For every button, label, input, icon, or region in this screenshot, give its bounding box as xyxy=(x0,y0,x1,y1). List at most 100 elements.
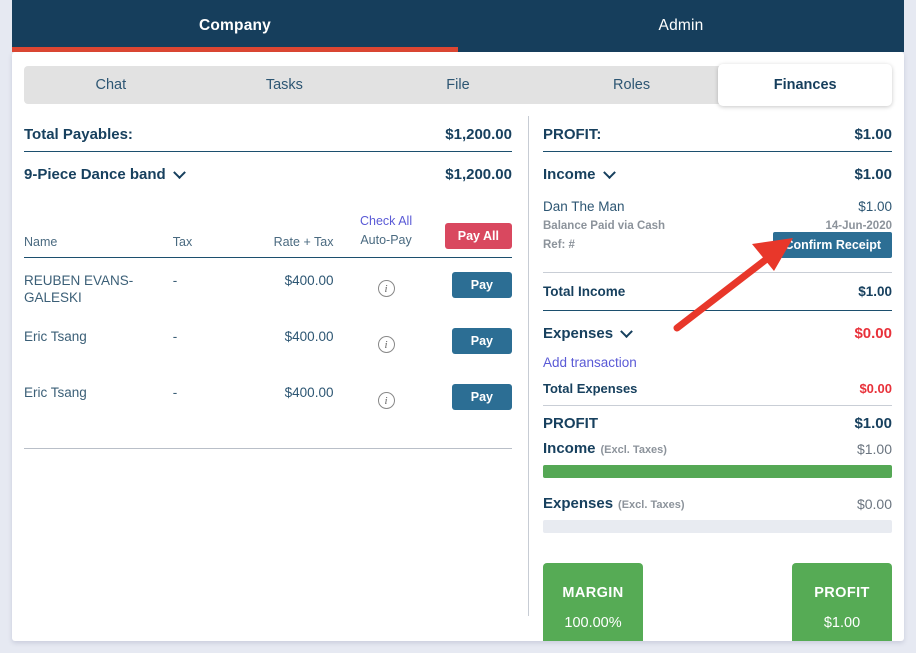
profit-header-amount: $1.00 xyxy=(854,126,892,143)
section-tabs: Chat Tasks File Roles Finances xyxy=(24,64,892,106)
row-pay-cell: Pay xyxy=(439,328,512,354)
row-rate-tax: $400.00 xyxy=(284,273,334,288)
profit-header-row: PROFIT: $1.00 xyxy=(543,116,892,143)
profit-card[interactable]: PROFIT $1.00 xyxy=(792,563,892,641)
total-expenses-label: Total Expenses xyxy=(543,381,638,396)
payables-table: Name Tax Rate + Tax Check All Auto-Pay P… xyxy=(24,207,512,449)
transaction-name-row: Dan The Man $1.00 xyxy=(543,199,892,214)
row-tax: - xyxy=(172,273,178,288)
tab-finances[interactable]: Finances xyxy=(718,64,892,106)
chevron-down-icon[interactable] xyxy=(172,165,186,179)
profit-summary-amount: $1.00 xyxy=(854,415,892,432)
add-transaction-link[interactable]: Add transaction xyxy=(543,342,892,370)
profit-card-value: $1.00 xyxy=(823,615,861,631)
transaction-ref-row: Ref: # Confirm Receipt xyxy=(543,232,892,258)
check-all-link[interactable]: Check All xyxy=(333,214,438,228)
transaction-method: Balance Paid via Cash xyxy=(543,220,666,232)
payables-table-header: Name Tax Rate + Tax Check All Auto-Pay P… xyxy=(24,207,512,249)
expenses-excl-group: Expenses (Excl. Taxes) xyxy=(543,495,685,513)
row-tax: - xyxy=(172,385,178,400)
expenses-excl-label: Expenses xyxy=(543,495,614,512)
pay-all-button[interactable]: Pay All xyxy=(444,223,512,249)
expenses-group: Expenses xyxy=(543,324,633,342)
income-amount: $1.00 xyxy=(854,166,892,183)
column-header-auto-pay: Auto-Pay xyxy=(360,233,412,247)
tab-tasks[interactable]: Tasks xyxy=(198,66,372,104)
confirm-receipt-button[interactable]: Confirm Receipt xyxy=(773,232,892,258)
table-row: REUBEN EVANS-GALESKI - $400.00 i Pay xyxy=(24,258,512,314)
transaction-amount: $1.00 xyxy=(858,199,892,214)
row-pay-cell: Pay xyxy=(439,384,512,410)
content-card: Chat Tasks File Roles Finances Total Pay… xyxy=(12,52,904,641)
income-excl-row: Income (Excl. Taxes) $1.00 xyxy=(543,432,892,458)
column-header-auto-pay-group: Check All Auto-Pay xyxy=(333,214,438,249)
expenses-excl-amount: $0.00 xyxy=(856,496,892,512)
row-rate-tax: $400.00 xyxy=(284,329,334,344)
row-rate-tax: $400.00 xyxy=(284,385,334,400)
total-payables-row: Total Payables: $1,200.00 xyxy=(24,116,512,143)
stat-cards: MARGIN 100.00% PROFIT $1.00 xyxy=(543,563,892,641)
row-tax: - xyxy=(172,329,178,344)
profit-summary-row: PROFIT $1.00 xyxy=(543,406,892,432)
income-transaction: Dan The Man $1.00 Balance Paid via Cash … xyxy=(543,183,892,258)
income-progress-fill xyxy=(543,465,892,478)
transaction-name: Dan The Man xyxy=(543,199,625,214)
payables-group: 9-Piece Dance band xyxy=(24,165,186,183)
row-name: REUBEN EVANS-GALESKI xyxy=(24,273,134,305)
transaction-meta-row: Balance Paid via Cash 14-Jun-2020 xyxy=(543,214,892,232)
income-row[interactable]: Income $1.00 xyxy=(543,152,892,183)
table-row: Eric Tsang - $400.00 i Pay xyxy=(24,370,512,426)
total-expenses-row: Total Expenses $0.00 xyxy=(543,370,892,396)
expenses-excl-note: (Excl. Taxes) xyxy=(618,499,685,511)
income-label: Income xyxy=(543,166,596,183)
payables-table-footer-divider xyxy=(24,448,512,449)
total-payables-label: Total Payables: xyxy=(24,126,133,143)
nav-tab-admin[interactable]: Admin xyxy=(458,0,904,52)
tab-chat-label: Chat xyxy=(95,77,127,93)
pay-button[interactable]: Pay xyxy=(451,272,512,298)
chevron-down-icon[interactable] xyxy=(620,324,633,338)
pay-button[interactable]: Pay xyxy=(451,328,512,354)
total-income-amount: $1.00 xyxy=(858,284,892,299)
pay-all-cell: Pay All xyxy=(439,223,512,249)
expenses-row[interactable]: Expenses $0.00 xyxy=(543,311,892,342)
income-excl-group: Income (Excl. Taxes) xyxy=(543,440,667,458)
transaction-date: 14-Jun-2020 xyxy=(825,220,892,232)
table-row: Eric Tsang - $400.00 i Pay xyxy=(24,314,512,370)
transaction-ref: Ref: # xyxy=(543,239,575,251)
primary-nav: Company Admin xyxy=(12,0,904,52)
payables-group-row[interactable]: 9-Piece Dance band $1,200.00 xyxy=(24,152,512,183)
finances-body: Total Payables: $1,200.00 9-Piece Dance … xyxy=(12,116,904,641)
profit-summary-label: PROFIT xyxy=(543,415,598,432)
row-auto-pay: i xyxy=(333,328,438,353)
margin-card-title: MARGIN xyxy=(562,585,624,601)
payables-panel: Total Payables: $1,200.00 9-Piece Dance … xyxy=(12,116,528,631)
info-icon[interactable]: i xyxy=(377,280,395,297)
tab-roles[interactable]: Roles xyxy=(545,66,719,104)
margin-card-value: 100.00% xyxy=(564,615,622,631)
expenses-progress-bar xyxy=(543,520,892,533)
profit-header-label: PROFIT: xyxy=(543,126,602,143)
payables-group-amount: $1,200.00 xyxy=(445,166,512,183)
income-group: Income xyxy=(543,165,616,183)
profit-card-title: PROFIT xyxy=(814,585,870,601)
info-icon[interactable]: i xyxy=(377,392,395,409)
info-icon[interactable]: i xyxy=(377,336,395,353)
total-income-label: Total Income xyxy=(543,284,626,299)
nav-tab-admin-label: Admin xyxy=(658,17,704,34)
total-expenses-amount: $0.00 xyxy=(859,381,892,396)
tab-chat[interactable]: Chat xyxy=(24,66,198,104)
column-header-tax: Tax xyxy=(172,235,193,249)
tab-roles-label: Roles xyxy=(613,77,651,93)
expenses-excl-row: Expenses (Excl. Taxes) $0.00 xyxy=(543,478,892,513)
income-excl-note: (Excl. Taxes) xyxy=(600,444,667,456)
tab-finances-label: Finances xyxy=(773,77,837,93)
app-root: Company Admin Chat Tasks File Roles Fina… xyxy=(0,0,916,653)
pay-button[interactable]: Pay xyxy=(451,384,512,410)
chevron-down-icon[interactable] xyxy=(602,165,616,179)
nav-tab-company[interactable]: Company xyxy=(12,0,458,52)
tab-file[interactable]: File xyxy=(371,66,545,104)
row-pay-cell: Pay xyxy=(439,272,512,298)
margin-card[interactable]: MARGIN 100.00% xyxy=(543,563,643,641)
row-name: Eric Tsang xyxy=(24,329,87,344)
